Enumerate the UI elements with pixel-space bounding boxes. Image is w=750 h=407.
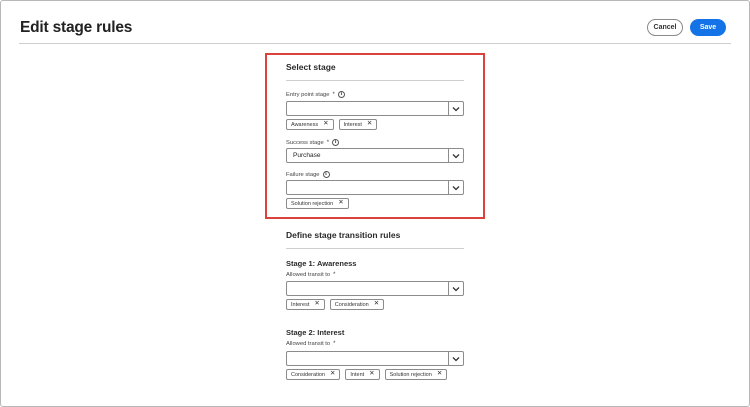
success-stage-label-text: Success stage bbox=[286, 139, 324, 146]
success-stage-dropdown-button[interactable] bbox=[448, 149, 463, 162]
entry-stage-select[interactable] bbox=[286, 101, 464, 116]
section-divider bbox=[286, 248, 464, 249]
required-mark: * bbox=[333, 272, 336, 278]
close-icon[interactable]: ✕ bbox=[369, 371, 374, 378]
stage-1-dropdown-button[interactable] bbox=[448, 282, 463, 295]
close-icon[interactable]: ✕ bbox=[338, 200, 343, 207]
close-icon[interactable]: ✕ bbox=[314, 301, 319, 308]
close-icon[interactable]: ✕ bbox=[367, 121, 372, 128]
tag-label: Awareness bbox=[291, 121, 319, 128]
tag-label: Interest bbox=[343, 121, 362, 128]
page-header: Edit stage rules Cancel Save bbox=[19, 0, 731, 44]
cancel-button[interactable]: Cancel bbox=[647, 19, 683, 36]
info-icon[interactable]: i bbox=[337, 91, 345, 98]
chevron-down-icon bbox=[452, 286, 460, 291]
success-stage-label: Success stage * i bbox=[286, 139, 340, 146]
failure-stage-label: Failure stage i bbox=[286, 171, 330, 178]
close-icon[interactable]: ✕ bbox=[330, 371, 335, 378]
tag-solution-rejection: Solution rejection ✕ bbox=[384, 369, 448, 380]
required-mark: * bbox=[333, 341, 336, 347]
section-title-transition-rules: Define stage transition rules bbox=[286, 230, 401, 240]
section-title-select-stage: Select stage bbox=[286, 62, 336, 72]
tag-label: Consideration bbox=[291, 371, 325, 378]
required-mark: * bbox=[332, 91, 335, 98]
stage-1-title: Stage 1: Awareness bbox=[286, 259, 357, 268]
failure-stage-tags: Solution rejection ✕ bbox=[286, 198, 349, 209]
tag-solution-rejection: Solution rejection ✕ bbox=[286, 198, 349, 209]
success-stage-value: Purchase bbox=[293, 152, 321, 159]
chevron-down-icon bbox=[452, 185, 460, 190]
stage-2-title: Stage 2: Interest bbox=[286, 328, 345, 337]
stage-1-transit-select[interactable] bbox=[286, 281, 464, 296]
stage-2-transit-label-text: Allowed transit to bbox=[286, 341, 331, 347]
required-mark: * bbox=[326, 139, 330, 146]
tag-label: Interest bbox=[291, 301, 310, 308]
tag-interest: Interest ✕ bbox=[338, 119, 378, 130]
tag-consideration: Consideration ✕ bbox=[286, 369, 341, 380]
stage-2-transit-select[interactable] bbox=[286, 351, 464, 366]
tag-awareness: Awareness ✕ bbox=[286, 119, 334, 130]
tag-interest: Interest ✕ bbox=[286, 299, 325, 310]
entry-stage-label-text: Entry point stage bbox=[286, 91, 330, 98]
stage-1-transit-label-text: Allowed transit to bbox=[286, 272, 331, 278]
tag-label: Intent bbox=[350, 371, 365, 378]
entry-stage-tags: Awareness ✕ Interest ✕ bbox=[286, 119, 378, 130]
success-stage-select[interactable]: Purchase bbox=[286, 148, 464, 163]
info-icon[interactable]: i bbox=[322, 171, 330, 178]
entry-stage-dropdown-button[interactable] bbox=[448, 102, 463, 115]
stage-2-tags: Consideration ✕ Intent ✕ Solution reject… bbox=[286, 369, 448, 380]
tag-label: Solution rejection bbox=[389, 371, 432, 378]
close-icon[interactable]: ✕ bbox=[374, 301, 379, 308]
failure-stage-select[interactable] bbox=[286, 180, 464, 195]
chevron-down-icon bbox=[452, 153, 460, 158]
tag-label: Solution rejection bbox=[291, 200, 334, 207]
info-icon[interactable]: i bbox=[332, 139, 340, 146]
failure-stage-label-text: Failure stage bbox=[286, 171, 320, 178]
stage-2-dropdown-button[interactable] bbox=[448, 352, 463, 365]
tag-consideration: Consideration ✕ bbox=[329, 299, 385, 310]
stage-1-tags: Interest ✕ Consideration ✕ bbox=[286, 299, 385, 310]
stage-2-transit-label: Allowed transit to * bbox=[286, 341, 336, 347]
section-divider bbox=[286, 80, 464, 81]
tag-intent: Intent ✕ bbox=[345, 369, 380, 380]
close-icon[interactable]: ✕ bbox=[323, 121, 328, 128]
chevron-down-icon bbox=[452, 356, 460, 361]
close-icon[interactable]: ✕ bbox=[437, 371, 442, 378]
tag-label: Consideration bbox=[334, 301, 369, 308]
page-title: Edit stage rules bbox=[20, 19, 133, 36]
entry-stage-label: Entry point stage * i bbox=[286, 91, 345, 98]
stage-1-transit-label: Allowed transit to * bbox=[286, 272, 336, 278]
failure-stage-dropdown-button[interactable] bbox=[448, 181, 463, 194]
save-button[interactable]: Save bbox=[690, 19, 726, 36]
chevron-down-icon bbox=[452, 106, 460, 111]
